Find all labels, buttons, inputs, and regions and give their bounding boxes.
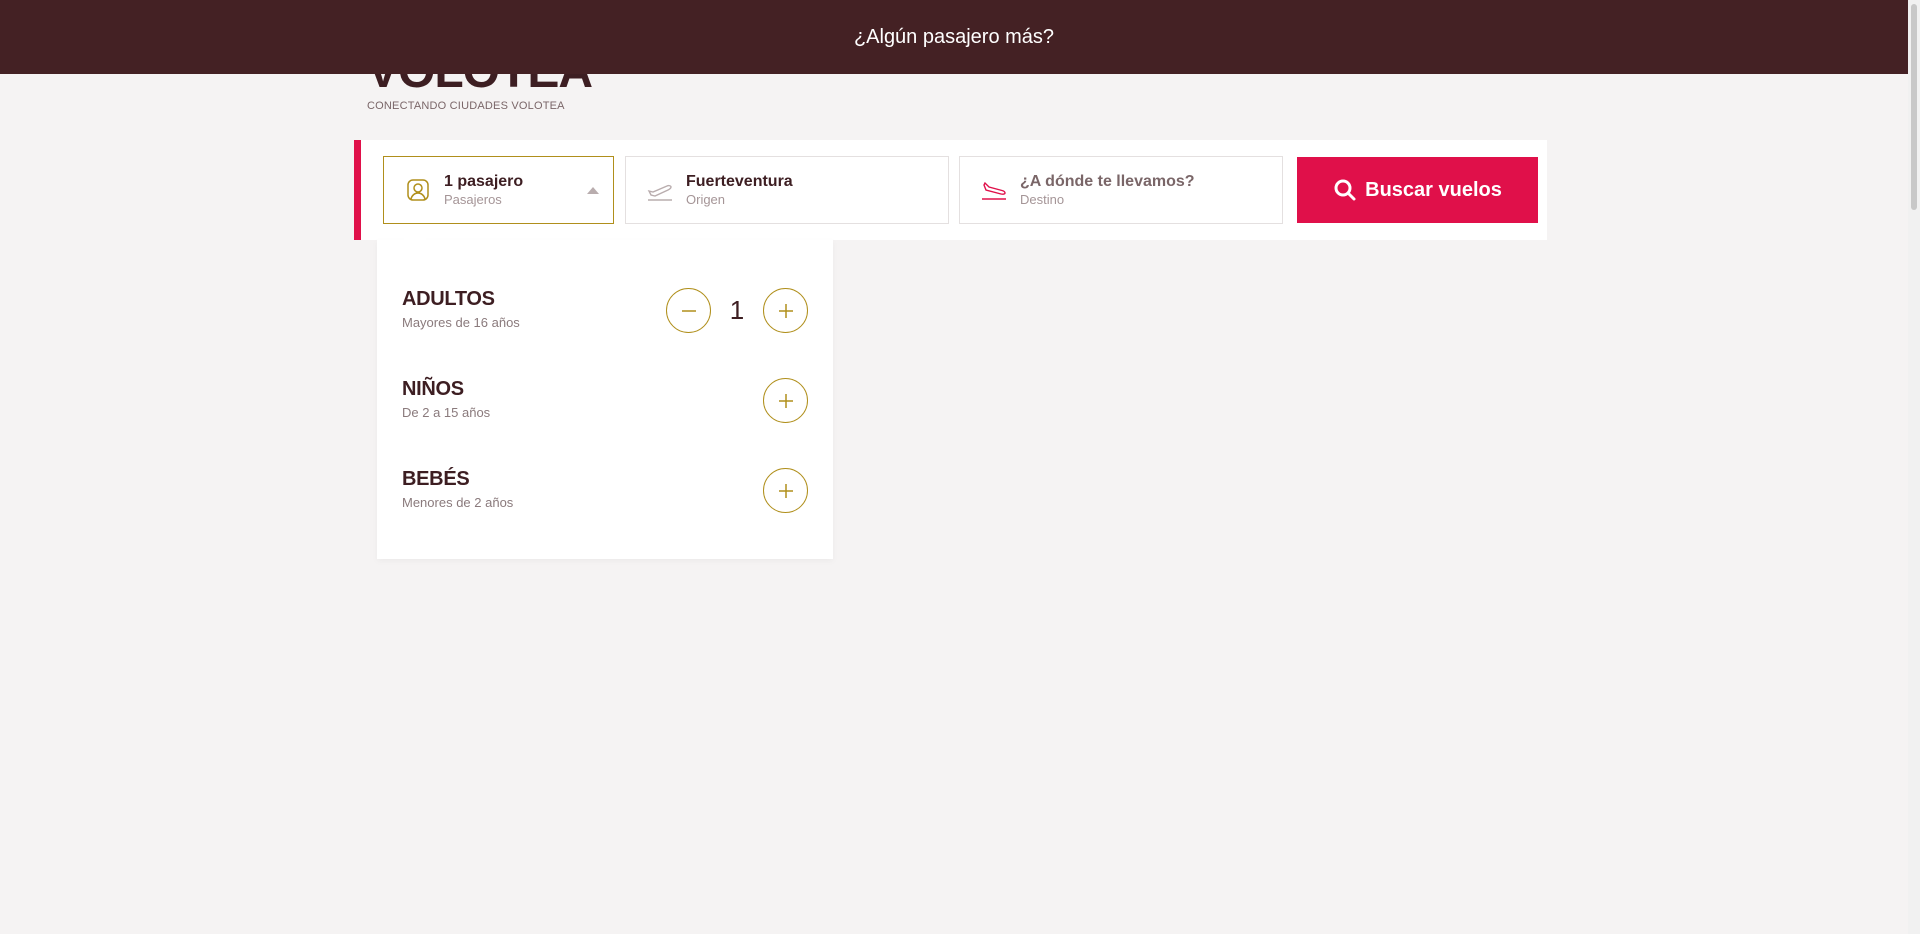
increment-adults-button[interactable] <box>763 288 808 333</box>
dropdown-pointer <box>403 228 427 240</box>
search-button-label: Buscar vuelos <box>1365 178 1502 201</box>
origin-label: Origen <box>686 192 726 207</box>
row-desc: Menores de 2 años <box>402 495 514 510</box>
passengers-selector[interactable]: 1 pasajero Pasajeros <box>383 156 614 224</box>
passengers-label: Pasajeros <box>444 192 502 207</box>
destination-label: Destino <box>1020 192 1065 207</box>
plane-takeoff-icon <box>646 176 674 204</box>
row-desc: De 2 a 15 años <box>402 405 491 420</box>
plus-icon <box>778 483 793 498</box>
flight-search-bar: 1 pasajero Pasajeros Fuerteventura Orige… <box>354 140 1547 240</box>
origin-field[interactable]: Fuerteventura Origen <box>625 156 949 224</box>
row-title: BEBÉS <box>402 468 470 490</box>
logo-tagline: CONECTANDO CIUDADES VOLOTEA <box>367 100 565 112</box>
search-icon <box>1333 178 1357 202</box>
notification-banner: ¿Algún pasajero más? <box>0 0 1908 74</box>
scrollbar-thumb[interactable] <box>1911 4 1917 210</box>
adults-count: 1 <box>729 295 745 325</box>
passengers-value: 1 pasajero <box>444 173 524 190</box>
plane-landing-icon <box>980 176 1008 204</box>
increment-children-button[interactable] <box>763 378 808 423</box>
search-flights-button[interactable]: Buscar vuelos <box>1297 157 1538 223</box>
plus-icon <box>778 393 793 408</box>
destination-placeholder: ¿A dónde te llevamos? <box>1020 173 1195 190</box>
row-title: NIÑOS <box>402 378 464 400</box>
passengers-dropdown: ADULTOS Mayores de 16 años 1 NIÑOS De 2 … <box>377 228 833 559</box>
banner-text: ¿Algún pasajero más? <box>853 25 1055 48</box>
increment-infants-button[interactable] <box>763 468 808 513</box>
destination-field[interactable]: ¿A dónde te llevamos? Destino <box>959 156 1283 224</box>
caret-up-icon <box>587 187 599 194</box>
passenger-row-children: NIÑOS De 2 a 15 años <box>402 378 808 424</box>
page-scrollbar[interactable] <box>1908 0 1920 934</box>
plus-icon <box>778 303 793 318</box>
decrement-adults-button[interactable] <box>666 288 711 333</box>
user-icon <box>404 176 432 204</box>
origin-value: Fuerteventura <box>686 173 793 190</box>
minus-icon <box>681 309 696 312</box>
passenger-row-infants: BEBÉS Menores de 2 años <box>402 468 808 514</box>
